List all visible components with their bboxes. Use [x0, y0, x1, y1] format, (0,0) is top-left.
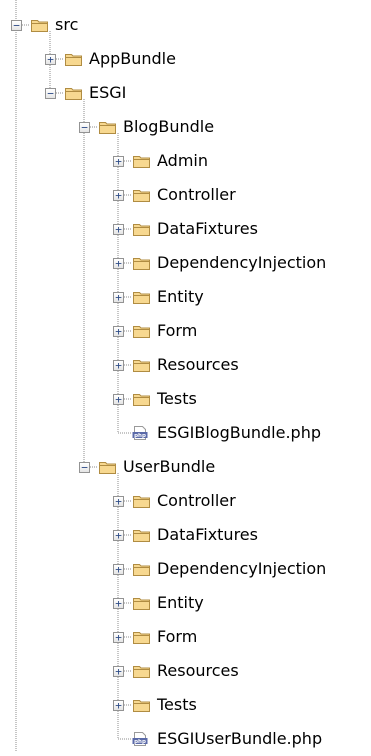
folder-icon — [132, 561, 151, 577]
expand-toggle-icon[interactable]: + — [113, 190, 124, 201]
tree-node-label: Entity — [157, 593, 204, 612]
tree-node-admin[interactable]: + Admin — [0, 144, 371, 178]
folder-icon — [64, 85, 83, 101]
tree-node-userbundle[interactable]: − UserBundle — [0, 450, 371, 484]
folder-icon — [98, 119, 117, 135]
collapse-toggle-icon[interactable]: − — [79, 122, 90, 133]
tree-node-label: ESGIBlogBundle.php — [157, 423, 321, 442]
folder-icon — [132, 527, 151, 543]
tree-node-label: DataFixtures — [157, 219, 258, 238]
expand-toggle-icon[interactable]: + — [113, 258, 124, 269]
tree-node-label: Tests — [157, 695, 197, 714]
expand-toggle-icon[interactable]: + — [45, 54, 56, 65]
expand-toggle-icon[interactable]: + — [113, 326, 124, 337]
expand-toggle-icon[interactable]: + — [113, 700, 124, 711]
expand-toggle-icon[interactable]: + — [113, 564, 124, 575]
tree-node-label: BlogBundle — [123, 117, 215, 136]
svg-text:php: php — [134, 433, 146, 439]
tree-node-controller[interactable]: + Controller — [0, 484, 371, 518]
tree-node-dependencyinjection[interactable]: + DependencyInjection — [0, 552, 371, 586]
svg-text:php: php — [134, 739, 146, 745]
tree-node-esgiblogbundle-php[interactable]: php ESGIBlogBundle.php — [0, 416, 371, 450]
folder-icon — [132, 255, 151, 271]
tree-node-label: src — [55, 15, 79, 34]
tree-node-entity[interactable]: + Entity — [0, 586, 371, 620]
folder-icon — [132, 391, 151, 407]
expand-toggle-icon[interactable]: + — [113, 292, 124, 303]
php-file-icon: php — [132, 731, 148, 747]
folder-icon — [132, 221, 151, 237]
tree-node-label: AppBundle — [89, 49, 176, 68]
tree-node-datafixtures[interactable]: + DataFixtures — [0, 518, 371, 552]
tree-node-controller[interactable]: + Controller — [0, 178, 371, 212]
tree-node-label: Form — [157, 627, 198, 646]
expand-toggle-icon[interactable]: + — [113, 224, 124, 235]
folder-icon — [132, 153, 151, 169]
expand-toggle-icon[interactable]: + — [113, 394, 124, 405]
folder-icon — [132, 357, 151, 373]
project-tree: − src + AppBundle − ESGI − BlogBundle + Admin + Con… — [0, 0, 371, 751]
folder-icon — [132, 697, 151, 713]
expand-toggle-icon[interactable]: + — [113, 666, 124, 677]
tree-node-tests[interactable]: + Tests — [0, 382, 371, 416]
expand-toggle-icon[interactable]: + — [113, 156, 124, 167]
tree-node-label: DataFixtures — [157, 525, 258, 544]
tree-node-datafixtures[interactable]: + DataFixtures — [0, 212, 371, 246]
tree-node-label: Resources — [157, 355, 239, 374]
expand-toggle-icon[interactable]: + — [113, 598, 124, 609]
folder-icon — [132, 493, 151, 509]
tree-node-entity[interactable]: + Entity — [0, 280, 371, 314]
folder-icon — [30, 17, 49, 33]
collapse-toggle-icon[interactable]: − — [11, 20, 22, 31]
tree-node-form[interactable]: + Form — [0, 620, 371, 654]
expand-toggle-icon[interactable]: + — [113, 360, 124, 371]
folder-icon — [64, 51, 83, 67]
expand-toggle-icon[interactable]: + — [113, 496, 124, 507]
collapse-toggle-icon[interactable]: − — [79, 462, 90, 473]
tree-node-esgi[interactable]: − ESGI — [0, 76, 371, 110]
tree-node-appbundle[interactable]: + AppBundle — [0, 42, 371, 76]
folder-icon — [98, 459, 117, 475]
tree-node-label: Controller — [157, 185, 236, 204]
tree-node-label: Resources — [157, 661, 239, 680]
tree-node-label: Tests — [157, 389, 197, 408]
folder-icon — [132, 289, 151, 305]
tree-node-label: Controller — [157, 491, 236, 510]
folder-icon — [132, 629, 151, 645]
tree-node-label: Form — [157, 321, 198, 340]
expand-toggle-icon[interactable]: + — [113, 632, 124, 643]
tree-node-label: Entity — [157, 287, 204, 306]
tree-node-blogbundle[interactable]: − BlogBundle — [0, 110, 371, 144]
tree-node-label: UserBundle — [123, 457, 216, 476]
php-file-icon: php — [132, 425, 148, 441]
tree-node-label: ESGI — [89, 83, 127, 102]
collapse-toggle-icon[interactable]: − — [45, 88, 56, 99]
tree-node-dependencyinjection[interactable]: + DependencyInjection — [0, 246, 371, 280]
tree-node-src[interactable]: − src — [0, 8, 371, 42]
expand-toggle-icon[interactable]: + — [113, 530, 124, 541]
tree-node-resources[interactable]: + Resources — [0, 654, 371, 688]
tree-node-form[interactable]: + Form — [0, 314, 371, 348]
tree-node-label: DependencyInjection — [157, 253, 327, 272]
tree-node-tests[interactable]: + Tests — [0, 688, 371, 722]
folder-icon — [132, 663, 151, 679]
folder-icon — [132, 595, 151, 611]
folder-icon — [132, 187, 151, 203]
tree-node-label: DependencyInjection — [157, 559, 327, 578]
tree-node-label: Admin — [157, 151, 208, 170]
tree-node-resources[interactable]: + Resources — [0, 348, 371, 382]
folder-icon — [132, 323, 151, 339]
